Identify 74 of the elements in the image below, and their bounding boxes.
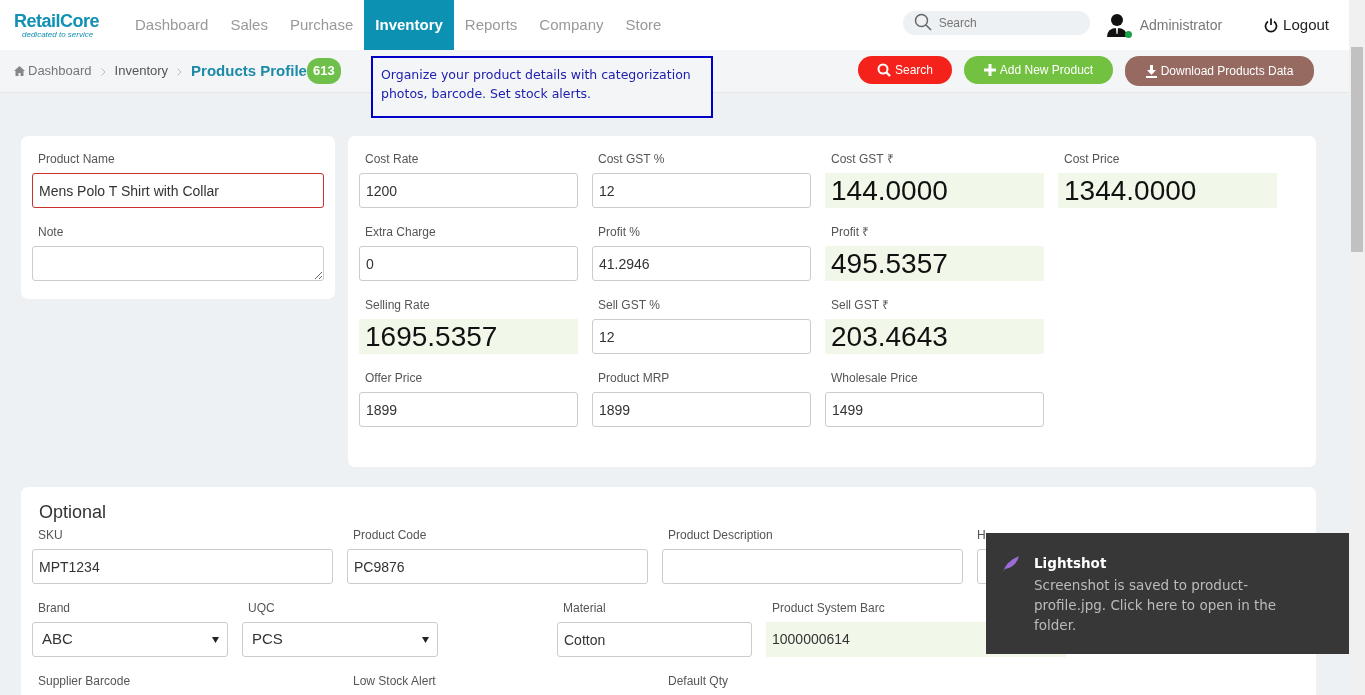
input-field[interactable]: 1200	[359, 173, 578, 208]
brand-tagline: dedicated to service	[21, 29, 95, 39]
value-display: 1344.0000	[1058, 173, 1277, 208]
nav-tab[interactable]: Inventory	[364, 0, 454, 50]
notification-toast[interactable]: Lightshot Screenshot is saved to product-profile.jpg. Click here to open in the folder.	[986, 533, 1349, 654]
field-label: Low Stock Alert	[352, 674, 436, 689]
field-label: Material	[562, 601, 606, 616]
field-label: Product System Barc	[771, 601, 885, 616]
scrollbar-thumb[interactable]	[1351, 47, 1363, 252]
input-field[interactable]: 12	[592, 173, 811, 208]
field-label: Cost Price	[1063, 152, 1120, 167]
field-label: Product MRP	[597, 371, 670, 386]
field-label: H	[977, 528, 986, 543]
caret-icon	[212, 636, 219, 643]
brand-name: RetailCore	[14, 11, 101, 30]
download-icon	[1145, 64, 1157, 78]
input-field[interactable]: PC9876	[347, 549, 648, 584]
input-field[interactable]: 41.2946	[592, 246, 811, 281]
select-field[interactable]: ABC	[32, 622, 228, 657]
field-label: Wholesale Price	[830, 371, 918, 386]
count-badge: 613	[306, 58, 341, 84]
input-field[interactable]: 1899	[592, 392, 811, 427]
toast-title: Lightshot	[1034, 554, 1108, 573]
field-label: Product Code	[352, 528, 427, 543]
field-label: Selling Rate	[364, 298, 430, 313]
info-note: Organize your product details with categorization photos, barcode. Set stock alerts.	[371, 56, 713, 118]
field-label: Cost Rate	[364, 152, 419, 167]
field-label: SKU	[37, 528, 63, 543]
value-display: 495.5357	[825, 246, 1044, 281]
search-field[interactable]: Search	[902, 11, 1090, 35]
input-field[interactable]: 1899	[359, 392, 578, 427]
field-label: Sell GST %	[597, 298, 660, 313]
breadcrumb-link[interactable]: Dashboard	[14, 61, 92, 81]
field-label: Product Description	[667, 528, 773, 543]
field-label: Cost GST ₹	[830, 152, 894, 167]
field-label: Extra Charge	[364, 225, 436, 240]
field-label: Default Qty	[667, 674, 729, 689]
input-field[interactable]: Cotton	[557, 622, 752, 657]
field-label: Brand	[37, 601, 71, 616]
plus-icon	[983, 64, 996, 76]
field-label: Note	[37, 225, 64, 240]
power-icon	[1264, 17, 1279, 33]
section-title: Optional	[38, 501, 108, 523]
home-icon	[14, 66, 25, 76]
field-label: Profit ₹	[830, 225, 870, 240]
logout-button[interactable]: Logout	[1258, 0, 1335, 50]
page-title: Products Profile	[191, 60, 307, 81]
input-field[interactable]: 1499	[825, 392, 1044, 427]
input-field[interactable]: Mens Polo T Shirt with Collar	[32, 173, 324, 208]
breadcrumb-link[interactable]: Inventory	[114, 61, 169, 81]
download-button[interactable]: Download Products Data	[1125, 56, 1314, 86]
search-icon	[877, 63, 891, 77]
user-name: Administrator	[1139, 15, 1223, 35]
field-label: Sell GST ₹	[830, 298, 890, 313]
field-label: Cost GST %	[597, 152, 665, 167]
caret-icon	[422, 636, 429, 643]
field-label: UQC	[247, 601, 275, 616]
field-label: Product Name	[37, 152, 115, 167]
select-field[interactable]: PCS	[242, 622, 438, 657]
search-button[interactable]: Search	[858, 56, 952, 84]
field-label: Profit %	[597, 225, 640, 240]
feather-icon	[1002, 555, 1020, 573]
text-area[interactable]	[32, 246, 324, 281]
field-label: Supplier Barcode	[37, 674, 131, 689]
value-display: 1695.5357	[359, 319, 578, 354]
input-field[interactable]	[662, 549, 963, 584]
field-label: Offer Price	[364, 371, 423, 386]
input-field[interactable]: MPT1234	[32, 549, 333, 584]
user-avatar-icon	[1105, 12, 1128, 37]
logo[interactable]: RetailCore dedicated to service	[14, 0, 116, 50]
input-field[interactable]: 0	[359, 246, 578, 281]
input-field[interactable]: 12	[592, 319, 811, 354]
value-display: 144.0000	[825, 173, 1044, 208]
value-display: 203.4643	[825, 319, 1044, 354]
